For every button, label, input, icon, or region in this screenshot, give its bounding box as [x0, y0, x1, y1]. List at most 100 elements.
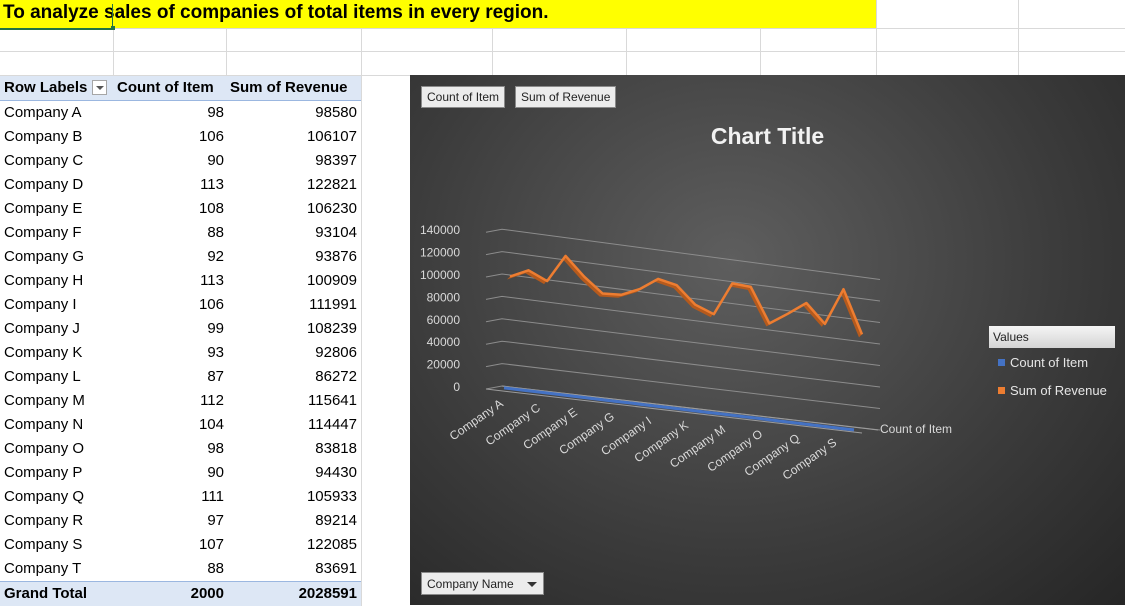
- row-label: Company A: [4, 104, 82, 121]
- legend-title[interactable]: Values: [989, 326, 1115, 348]
- row-sum: 94430: [315, 464, 357, 481]
- y-tick-label: 120000: [420, 246, 460, 260]
- row-count: 111: [201, 488, 224, 505]
- table-row[interactable]: Company P 90 94430: [0, 461, 361, 485]
- row-count: 113: [200, 176, 224, 193]
- pivot-header-row: Row Labels Count of Item Sum of Revenue: [0, 76, 361, 101]
- row-label: Company T: [4, 560, 82, 577]
- row-count: 107: [198, 536, 224, 553]
- company-name-field-button[interactable]: Company Name: [421, 572, 544, 595]
- table-row[interactable]: Company F 88 93104: [0, 221, 361, 245]
- row-label: Company F: [4, 224, 82, 241]
- table-row[interactable]: Company T 88 83691: [0, 557, 361, 581]
- table-row[interactable]: Company Q 111 105933: [0, 485, 361, 509]
- table-row[interactable]: Company B 106 106107: [0, 125, 361, 149]
- banner-text: To analyze sales of companies of total i…: [3, 2, 549, 23]
- table-row[interactable]: Company A 98 98580: [0, 101, 361, 125]
- row-sum: 106107: [306, 128, 357, 145]
- row-count: 112: [200, 392, 224, 409]
- row-count: 92: [207, 248, 224, 265]
- y-tick-label: 140000: [420, 223, 460, 237]
- gridline: [485, 228, 881, 280]
- row-label: Company G: [4, 248, 85, 265]
- legend-label-count: Count of Item: [1010, 355, 1089, 370]
- row-count: 106: [198, 296, 224, 313]
- row-sum: 105933: [306, 488, 357, 505]
- row-label: Company E: [4, 200, 83, 217]
- grand-total-row[interactable]: Grand Total 2000 2028591: [0, 581, 361, 606]
- row-sum: 83818: [315, 440, 357, 457]
- table-row[interactable]: Company C 90 98397: [0, 149, 361, 173]
- table-row[interactable]: Company L 87 86272: [0, 365, 361, 389]
- gridline: [485, 363, 881, 409]
- table-row[interactable]: Company J 99 108239: [0, 317, 361, 341]
- row-sum: 100909: [306, 272, 357, 289]
- sum-of-revenue-line: [509, 254, 864, 335]
- count-header[interactable]: Count of Item: [117, 79, 214, 96]
- table-row[interactable]: Company H 113 100909: [0, 269, 361, 293]
- row-label: Company B: [4, 128, 83, 145]
- row-labels-header[interactable]: Row Labels: [4, 79, 87, 96]
- y-tick-label: 0: [453, 380, 460, 394]
- gridline: [485, 340, 881, 388]
- row-count: 113: [200, 272, 224, 289]
- row-count: 87: [207, 368, 224, 385]
- table-row[interactable]: Company G 92 93876: [0, 245, 361, 269]
- row-label: Company M: [4, 392, 85, 409]
- filter-dropdown-icon[interactable]: [92, 80, 107, 95]
- row-sum: 108239: [306, 320, 357, 337]
- row-label: Company J: [4, 320, 80, 337]
- pivot-body: Company A 98 98580 Company B 106 106107 Compan…: [0, 101, 361, 581]
- y-tick-label: 80000: [427, 290, 461, 304]
- row-sum: 93876: [315, 248, 357, 265]
- y-tick-label: 60000: [427, 313, 461, 327]
- row-count: 98: [207, 104, 224, 121]
- row-count: 98: [207, 440, 224, 457]
- legend-item-sum[interactable]: Sum of Revenue: [998, 383, 1107, 398]
- row-label: Company D: [4, 176, 84, 193]
- legend-label-sum: Sum of Revenue: [1010, 383, 1107, 398]
- sum-header[interactable]: Sum of Revenue: [230, 79, 348, 96]
- banner-cell[interactable]: To analyze sales of companies of total i…: [0, 0, 876, 28]
- pivot-chart[interactable]: Count of Item Sum of Revenue Chart Title…: [410, 75, 1125, 605]
- table-row[interactable]: Company D 113 122821: [0, 173, 361, 197]
- row-label: Company S: [4, 536, 83, 553]
- row-label: Company L: [4, 368, 81, 385]
- chevron-down-icon: [527, 582, 537, 587]
- active-cell-border: [112, 4, 113, 28]
- row-sum: 114447: [308, 416, 357, 433]
- row-sum: 111991: [309, 296, 357, 313]
- table-row[interactable]: Company R 97 89214: [0, 509, 361, 533]
- row-count: 93: [207, 344, 224, 361]
- table-row[interactable]: Company N 104 114447: [0, 413, 361, 437]
- row-label: Company P: [4, 464, 83, 481]
- gridline: [485, 318, 881, 366]
- row-sum: 83691: [315, 560, 357, 577]
- company-name-label: Company Name: [427, 577, 514, 591]
- legend-swatch-sum: [998, 387, 1005, 394]
- row-sum: 93104: [315, 224, 357, 241]
- grand-total-sum: 2028591: [298, 585, 357, 602]
- fill-handle[interactable]: [111, 26, 115, 30]
- row-label: Company C: [4, 152, 84, 169]
- table-row[interactable]: Company M 112 115641: [0, 389, 361, 413]
- row-sum: 122085: [306, 536, 357, 553]
- legend-item-count[interactable]: Count of Item: [998, 355, 1088, 370]
- active-cell-border: [0, 28, 113, 30]
- table-row[interactable]: Company E 108 106230: [0, 197, 361, 221]
- sum-of-revenue-ribbon: [507, 255, 862, 338]
- row-sum: 106230: [306, 200, 357, 217]
- table-row[interactable]: Company O 98 83818: [0, 437, 361, 461]
- row-label: Company H: [4, 272, 84, 289]
- row-count: 106: [198, 128, 224, 145]
- row-count: 104: [198, 416, 224, 433]
- row-count: 90: [207, 464, 224, 481]
- row-label: Company N: [4, 416, 84, 433]
- row-label: Company I: [4, 296, 77, 313]
- row-sum: 89214: [315, 512, 357, 529]
- table-row[interactable]: Company S 107 122085: [0, 533, 361, 557]
- table-row[interactable]: Company I 106 111991: [0, 293, 361, 317]
- table-row[interactable]: Company K 93 92806: [0, 341, 361, 365]
- depth-axis-label: Count of Item: [880, 422, 952, 436]
- row-count: 88: [207, 560, 224, 577]
